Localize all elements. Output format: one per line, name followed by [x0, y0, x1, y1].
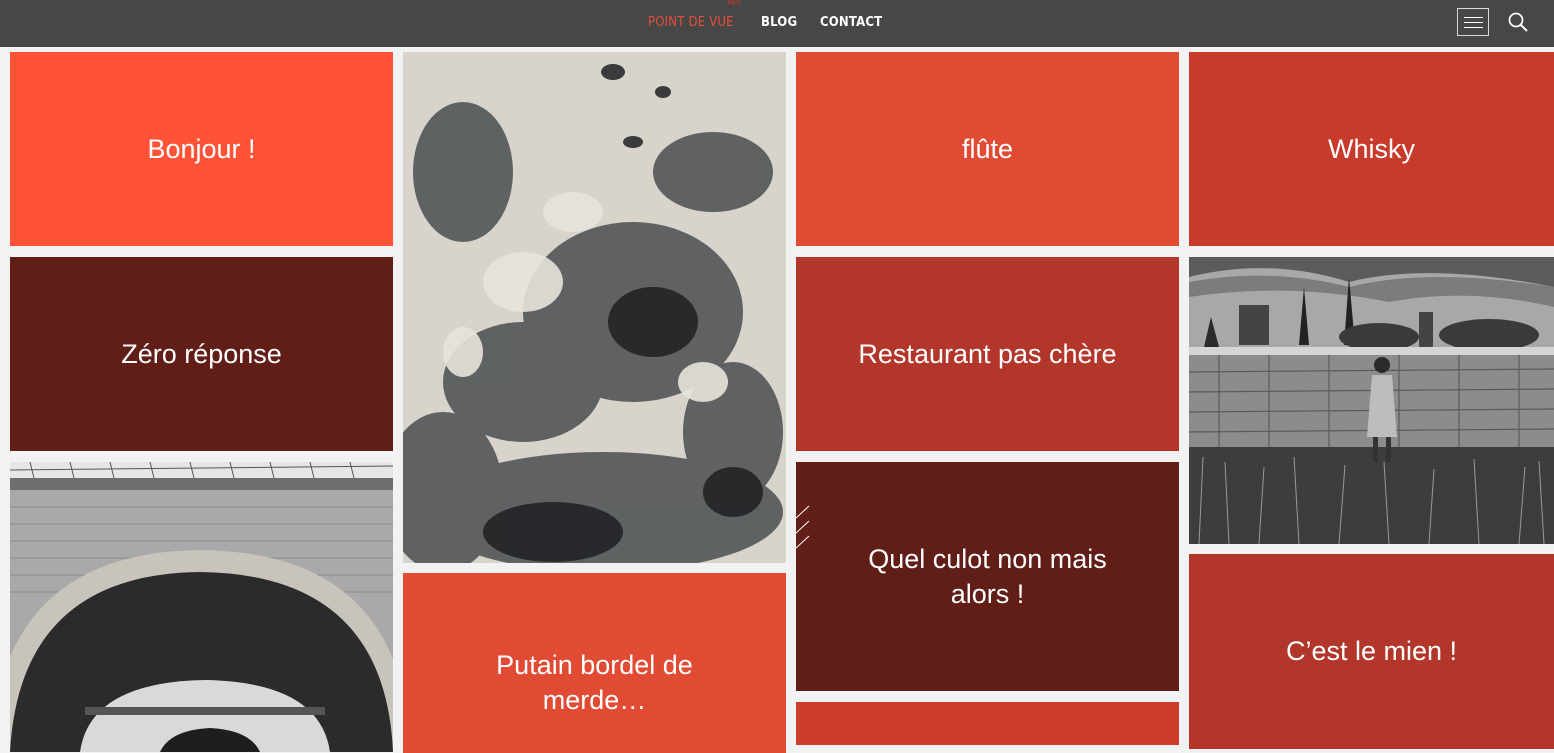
- post-title: C’est le mien !: [1285, 636, 1458, 666]
- bridge-arch-photo[interactable]: [10, 462, 393, 752]
- post-title: Quel culot non mais alors !: [868, 543, 1107, 609]
- post-tile-partial[interactable]: [796, 702, 1179, 745]
- menu-icon: [1464, 17, 1483, 18]
- post-tile-cest-le-mien[interactable]: C’est le mien !: [1189, 554, 1554, 749]
- child-stone-wall-photo[interactable]: [1189, 257, 1554, 544]
- post-tile-restaurant[interactable]: Restaurant pas chère: [796, 257, 1179, 451]
- abstract-texture-photo[interactable]: [403, 52, 786, 563]
- top-navigation-bar: All POINT DE VUE BLOG CONTACT: [0, 0, 1554, 47]
- nav-point-de-vue[interactable]: POINT DE VUE: [648, 15, 734, 30]
- post-title: Whisky: [1328, 133, 1415, 164]
- post-title: Bonjour !: [147, 133, 256, 164]
- nav-blog[interactable]: BLOG: [761, 15, 797, 30]
- search-button[interactable]: [1506, 10, 1530, 34]
- filter-all-label[interactable]: All: [727, 0, 741, 8]
- post-title: Restaurant pas chère: [858, 338, 1117, 369]
- nav-contact[interactable]: CONTACT: [820, 15, 882, 30]
- child-stone-wall-image: [1189, 257, 1554, 544]
- bridge-arch-image: [10, 462, 393, 752]
- abstract-texture-image: [403, 52, 786, 563]
- post-tile-zero-reponse[interactable]: Zéro réponse: [10, 257, 393, 451]
- post-tile-flute[interactable]: flûte: [796, 52, 1179, 246]
- menu-button[interactable]: [1457, 8, 1489, 36]
- post-tile-quel-culot[interactable]: Quel culot non mais alors !: [796, 462, 1179, 691]
- post-tile-bonjour[interactable]: Bonjour !: [10, 52, 393, 246]
- post-tile-putain[interactable]: Putain bordel de merde…: [403, 573, 786, 753]
- post-tile-whisky[interactable]: Whisky: [1189, 52, 1554, 246]
- corner-stripes-decoration: [796, 505, 810, 549]
- menu-icon-line: [1464, 27, 1483, 28]
- post-title: Zéro réponse: [121, 338, 282, 369]
- search-icon: [1508, 12, 1528, 32]
- post-title: flûte: [961, 133, 1014, 164]
- post-title: Putain bordel de merde…: [496, 650, 693, 715]
- menu-icon-line: [1464, 22, 1483, 23]
